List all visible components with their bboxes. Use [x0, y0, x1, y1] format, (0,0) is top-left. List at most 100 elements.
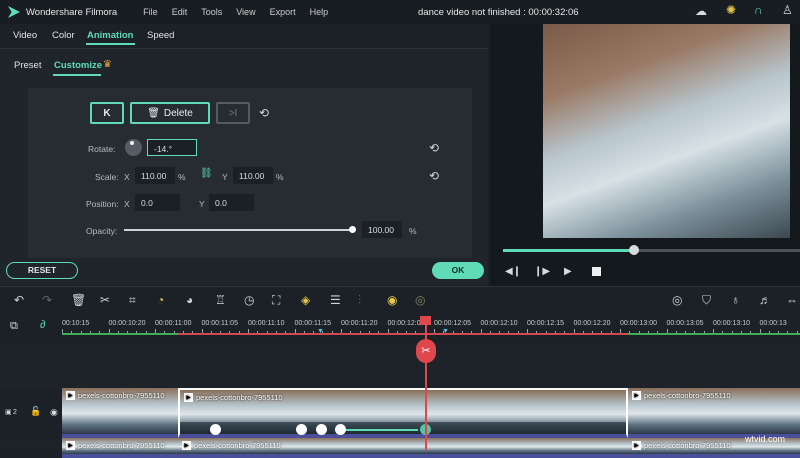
keyframe-point[interactable] [335, 424, 346, 435]
subtab-preset[interactable]: Preset [14, 60, 41, 71]
fit-timeline-icon[interactable]: ⇔ [786, 293, 798, 307]
zoom-fit-icon[interactable]: ⛶ [272, 293, 280, 308]
headset-icon[interactable]: ∩ [754, 3, 763, 17]
ruler-tick-label: 00:00:11:10 [248, 320, 285, 327]
delete-icon[interactable]: 🗑 [71, 293, 86, 307]
project-title: dance video not finished : 00:00:32:06 [418, 7, 579, 18]
cloud-icon[interactable]: ☁ [695, 4, 707, 18]
watermark: wtvid.com [745, 434, 786, 444]
prev-frame-icon[interactable]: ◀❙ [505, 266, 521, 277]
position-y-input[interactable]: 0.0 [209, 194, 254, 211]
subtab-customize[interactable]: Customize [54, 60, 102, 71]
keyframe-point[interactable] [210, 424, 221, 435]
microphone-icon[interactable]: ♁ [731, 293, 740, 307]
timeline-clip[interactable]: ▶ pexels-cottonbro-7955110 [62, 438, 178, 458]
opacity-slider[interactable] [124, 229, 354, 231]
clip-play-icon: ▶ [632, 441, 641, 450]
scale-y-unit: % [276, 172, 284, 182]
keyframe-icon[interactable]: ◈ [301, 293, 310, 307]
menu-edit[interactable]: Edit [172, 7, 188, 17]
next-frame-icon[interactable]: ❙▶ [534, 266, 550, 277]
auto-reframe-icon[interactable]: ◎ [415, 293, 425, 307]
scale-label: Scale: [95, 172, 119, 182]
scale-x-input[interactable]: 110.00 [135, 167, 175, 184]
reset-keyframe-icon[interactable]: ⟲ [259, 106, 269, 120]
tab-animation[interactable]: Animation [87, 30, 133, 41]
duration-icon[interactable]: ◷ [244, 293, 254, 307]
keyframe-point[interactable] [316, 424, 327, 435]
ruler-tick-label: 00:00:12:20 [573, 320, 611, 327]
clip-name: pexels-cottonbro-7955110 [78, 441, 165, 450]
playback-progress-thumb[interactable] [628, 245, 639, 255]
opacity-slider-thumb[interactable] [349, 226, 356, 233]
delete-keyframe-button[interactable]: 🗑 Delete [130, 102, 210, 124]
tab-color[interactable]: Color [52, 30, 75, 41]
title-bar: Wondershare Filmora File Edit Tools View… [0, 0, 800, 24]
redo-icon[interactable]: ↷ [42, 293, 52, 307]
prev-keyframe-button[interactable]: K [90, 102, 124, 124]
account-icon[interactable]: ♙ [782, 3, 793, 17]
cut-icon[interactable]: ✂ [100, 293, 110, 307]
reset-scale-icon[interactable]: ⟲ [429, 169, 439, 183]
clip-name: pexels-cottonbro-7955110 [644, 391, 731, 400]
rotate-input[interactable]: -14.° [147, 139, 197, 156]
ok-button[interactable]: OK [432, 262, 484, 279]
ruler-tick-label: 00:10:15 [62, 320, 90, 327]
playhead-split-icon[interactable]: ✂ [416, 339, 436, 363]
render-icon[interactable]: ◎ [672, 293, 682, 307]
clip-play-icon: ▶ [182, 441, 191, 450]
filmora-logo-icon [8, 6, 20, 18]
playhead-handle[interactable] [420, 316, 431, 325]
undo-icon[interactable]: ↶ [14, 293, 24, 307]
motion-tracking-icon[interactable]: ◉ [387, 293, 397, 307]
playhead-line[interactable] [425, 318, 427, 450]
opacity-input[interactable]: 100.00 [362, 221, 402, 238]
adjust-icon[interactable]: ☰ [330, 293, 341, 307]
stop-icon[interactable] [592, 267, 601, 276]
tab-video[interactable]: Video [13, 30, 37, 41]
audio-mixer-icon[interactable]: ♬ [759, 293, 771, 307]
next-keyframe-button[interactable]: >I [216, 102, 250, 124]
video-preview [543, 24, 790, 238]
crop-icon[interactable]: ⌗ [129, 293, 136, 308]
position-label: Position: [86, 199, 119, 209]
freeze-frame-icon[interactable]: ♖ [215, 293, 226, 307]
video-track-icon: ▣ [5, 409, 12, 416]
add-track-icon[interactable]: ⧉ [10, 320, 18, 333]
ruler-tick-label: 00:00:13:00 [620, 320, 657, 327]
scale-y-input[interactable]: 110.00 [233, 167, 273, 184]
ruler-red-range [178, 333, 628, 335]
reset-rotate-icon[interactable]: ⟲ [429, 141, 439, 155]
reset-button[interactable]: RESET [6, 262, 78, 279]
link-icon[interactable]: ⛓ [200, 168, 213, 179]
keyframe-point[interactable] [296, 424, 307, 435]
timeline-clip[interactable]: ▶ pexels-cottonbro-7955110 [178, 438, 628, 458]
eye-icon[interactable]: ◉ [50, 407, 58, 418]
marker-icon[interactable]: ▼ [442, 328, 449, 335]
speed-icon[interactable]: ◔ [157, 293, 164, 307]
lock-icon[interactable]: 🔓 [30, 406, 41, 417]
rotate-dial[interactable] [125, 139, 142, 156]
timeline-clip[interactable]: ▶ pexels-cottonbro-7955110 [62, 388, 178, 438]
menu-export[interactable]: Export [270, 7, 296, 17]
menu-view[interactable]: View [236, 7, 255, 17]
ruler-tick-label: 00:00:12:00 [387, 320, 425, 327]
scale-x-label: X [124, 172, 130, 182]
lightbulb-icon[interactable]: ✺ [726, 3, 736, 17]
tab-speed[interactable]: Speed [147, 30, 174, 41]
scale-x-unit: % [178, 172, 186, 182]
marker-icon[interactable]: ▼ [317, 328, 324, 335]
audio-icon[interactable]: ⫶ [358, 293, 361, 308]
timeline-clip[interactable]: ▶ pexels-cottonbro-7955110 [628, 388, 800, 438]
position-x-input[interactable]: 0.0 [135, 194, 180, 211]
menu-file[interactable]: File [143, 7, 158, 17]
ruler-tick-label: 00:00:12:15 [527, 320, 564, 327]
menu-tools[interactable]: Tools [201, 7, 222, 17]
track-number: 2 [13, 409, 17, 416]
menu-help[interactable]: Help [310, 7, 329, 17]
play-icon[interactable]: ▶ [564, 266, 572, 277]
ruler-tick-label: 00:00:11:00 [155, 320, 192, 327]
marker-icon[interactable]: ⛉ [702, 293, 711, 308]
link-clips-icon[interactable]: ∂ [40, 319, 45, 331]
color-icon[interactable]: ◕ [186, 293, 193, 307]
